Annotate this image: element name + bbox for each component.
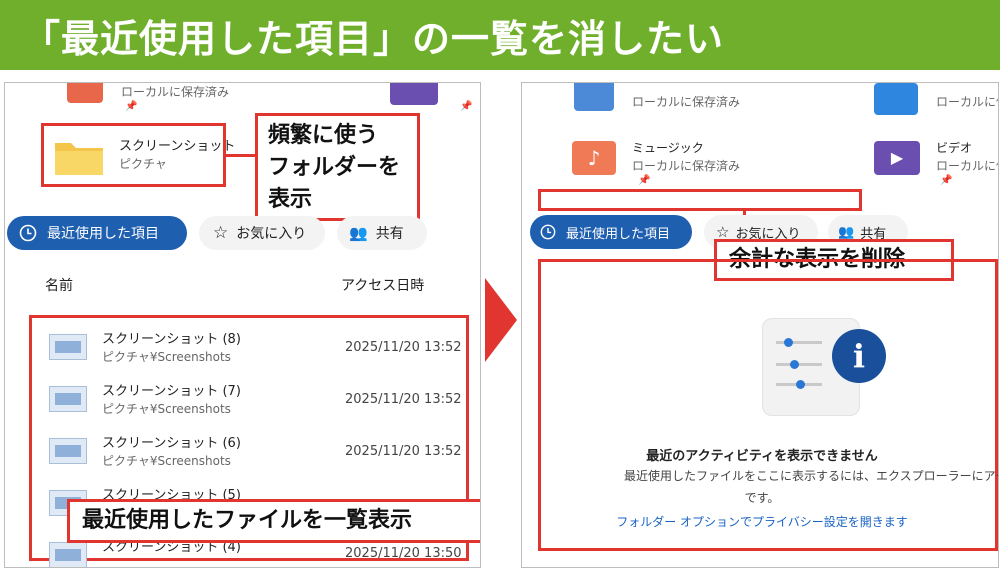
tab-label: 最近使用した項目 (566, 226, 671, 242)
connector-line (226, 154, 256, 157)
callout-line: 頻繁に使う (268, 123, 379, 148)
table-row[interactable]: スクリーンショット (8) ピクチャ¥Screenshots 2025/11/2… (45, 328, 465, 372)
file-date: 2025/11/20 13:52 (345, 340, 462, 355)
video-icon: ▶ (874, 141, 920, 175)
folder-tile[interactable]: スクリーンショット ピクチャ (51, 133, 235, 181)
music-icon: ♪ (572, 141, 616, 175)
banner: 「最近使用した項目」の一覧を消したい (0, 0, 1000, 70)
pin-icon: 📌 (638, 175, 651, 186)
banner-title: 「最近使用した項目」の一覧を消したい (22, 17, 725, 61)
empty-state-title: 最近のアクティビティを表示できません (646, 449, 878, 464)
clock-icon (19, 224, 37, 242)
slider-knob (790, 360, 799, 369)
explorer-before-panel: ローカルに保存済み 📌 📌 スクリーンショット ピクチャ 頻繁に使う フォルダー… (4, 82, 481, 568)
pin-icon: 📌 (460, 101, 473, 112)
slider-knob (784, 338, 793, 347)
people-icon: 👥 (349, 224, 368, 242)
quick-access-name: ミュージック (632, 141, 704, 155)
callout-line: 表示 (268, 187, 313, 212)
folder-icon (55, 143, 103, 175)
tab-label: 共有 (375, 226, 404, 242)
music-icon (67, 83, 103, 103)
tab-label: お気に入り (236, 226, 307, 242)
pin-icon: 📌 (940, 175, 953, 186)
screenshot-thumbnail-icon (49, 334, 87, 360)
quick-access-sub: ローカルに保 (936, 159, 998, 173)
video-icon (390, 83, 438, 105)
file-path: ピクチャ¥Screenshots (102, 402, 231, 416)
folder-sub: ピクチャ (119, 157, 167, 171)
file-path: ピクチャ¥Screenshots (102, 454, 231, 468)
star-icon: ☆ (213, 223, 229, 243)
file-name: スクリーンショット (7) (102, 384, 241, 399)
column-name[interactable]: 名前 (45, 275, 73, 295)
document-icon (574, 83, 614, 111)
file-date: 2025/11/20 13:52 (345, 392, 462, 407)
explorer-after-panel: ローカルに保存済み ローカルに保 ♪ ミュージック ローカルに保存済み 📌 ▶ … (521, 82, 999, 568)
slider-line (776, 341, 822, 344)
pin-icon: 📌 (125, 101, 138, 112)
slider-line (776, 363, 822, 366)
tab-recent[interactable]: 最近使用した項目 (7, 216, 187, 250)
picture-icon (874, 83, 918, 115)
clock-icon (540, 224, 556, 240)
tab-favorites[interactable]: ☆ お気に入り (199, 216, 325, 250)
privacy-settings-link[interactable]: フォルダー オプションでプライバシー設定を開きます (522, 513, 998, 530)
quick-access-sub: ローカルに保 (936, 95, 998, 109)
screenshot-thumbnail-icon (49, 438, 87, 464)
callout-line: フォルダーを (268, 155, 401, 180)
column-access-date[interactable]: アクセス日時 (341, 275, 424, 295)
screenshot-thumbnail-icon (49, 386, 87, 412)
tab-label: 最近使用した項目 (47, 226, 159, 242)
quick-access-name: ビデオ (936, 141, 973, 155)
screenshot-thumbnail-icon (49, 542, 87, 567)
callout-frequent-folders: 頻繁に使う フォルダーを 表示 (255, 113, 420, 221)
slider-knob (796, 380, 805, 389)
file-path: ピクチャ¥Screenshots (102, 350, 231, 364)
tab-recent[interactable]: 最近使用した項目 (530, 215, 692, 249)
file-name: スクリーンショット (8) (102, 332, 241, 347)
quick-access-sub: ローカルに保存済み (632, 95, 741, 109)
people-icon: 👥 (838, 224, 855, 240)
callout-recent-files: 最近使用したファイルを一覧表示 (67, 499, 480, 543)
tab-shared[interactable]: 👥 共有 (337, 216, 427, 250)
table-row[interactable]: スクリーンショット (6) ピクチャ¥Screenshots 2025/11/2… (45, 432, 465, 476)
right-arrow-icon (485, 278, 517, 362)
file-date: 2025/11/20 13:50 (345, 546, 462, 561)
folder-name: スクリーンショット (119, 139, 236, 154)
quick-access-sub: ローカルに保存済み (632, 159, 741, 173)
empty-state-body: です。 (744, 491, 780, 505)
file-date: 2025/11/20 13:52 (345, 444, 462, 459)
file-name: スクリーンショット (6) (102, 436, 241, 451)
info-icon: i (832, 329, 886, 383)
table-row[interactable]: スクリーンショット (7) ピクチャ¥Screenshots 2025/11/2… (45, 380, 465, 424)
empty-state-body: 最近使用したファイルをここに表示するには、エクスプローラーにアクセス許可が (624, 469, 998, 483)
removed-area-highlight (538, 189, 862, 211)
top-item-sub: ローカルに保存済み (121, 85, 230, 99)
